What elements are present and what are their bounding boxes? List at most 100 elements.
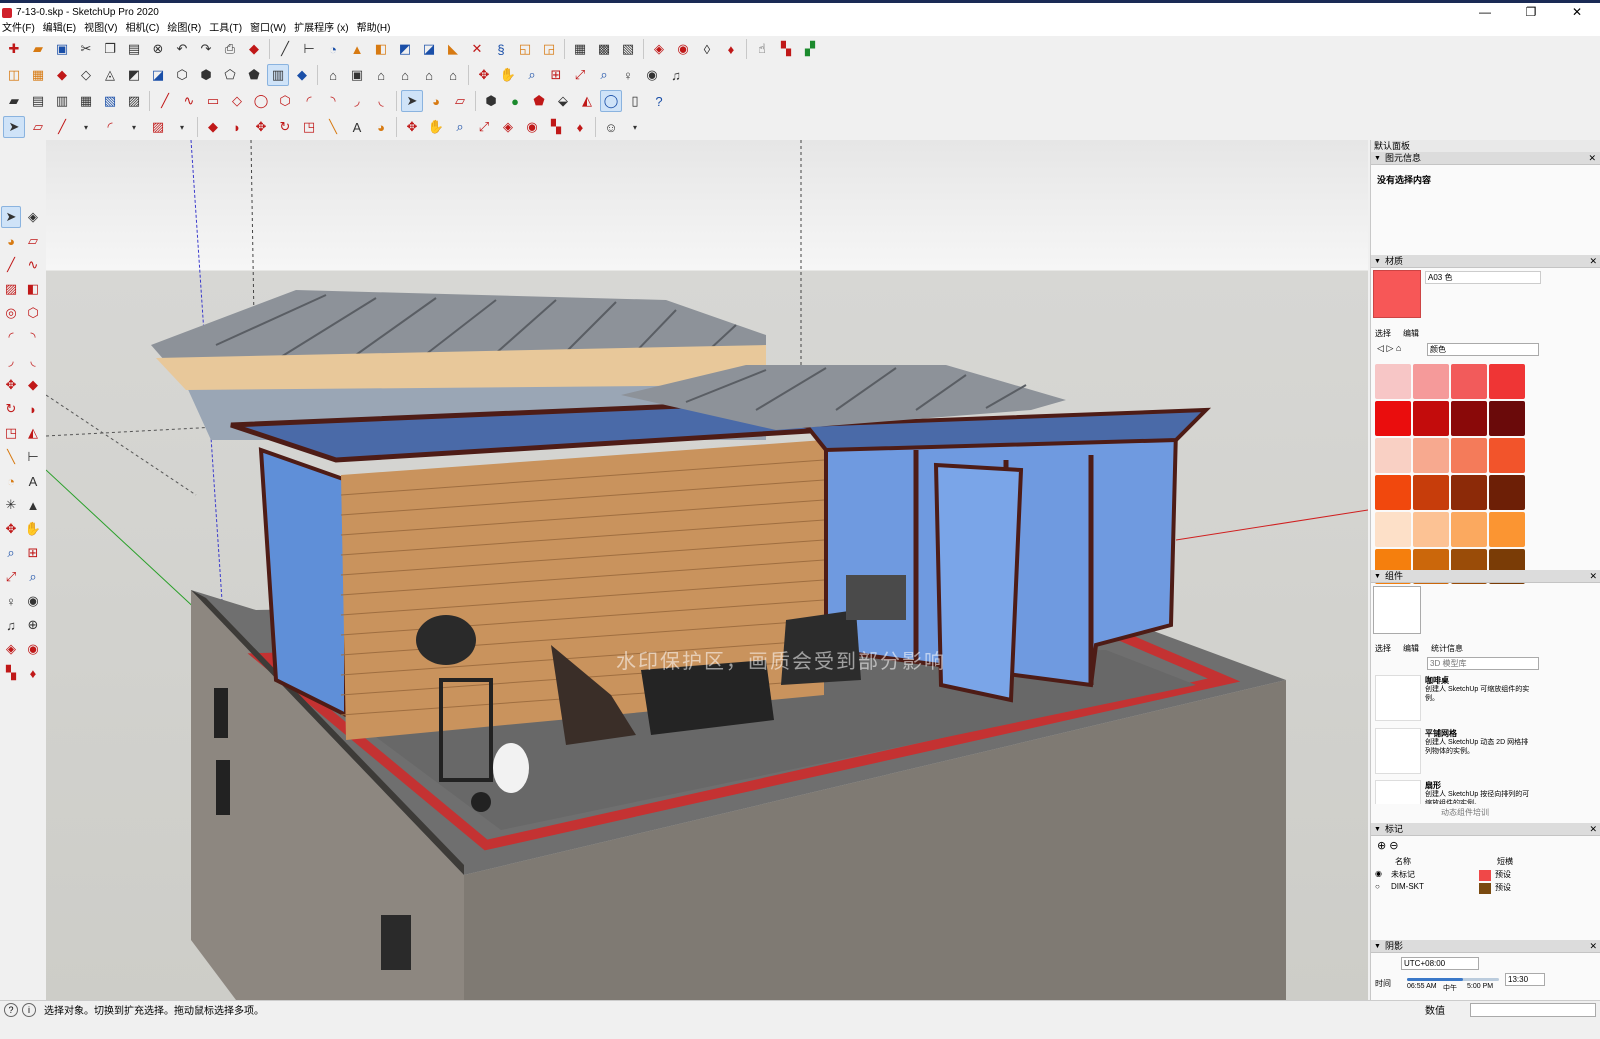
lt-2pt-arc-icon[interactable]: ◝ bbox=[23, 326, 43, 348]
material-swatch[interactable] bbox=[1451, 401, 1487, 436]
tag-color[interactable] bbox=[1479, 870, 1491, 881]
extension-warehouse-icon[interactable]: ◉ bbox=[672, 38, 694, 60]
materials-tab-select[interactable]: 选择 bbox=[1375, 328, 1391, 339]
zoom-window-icon[interactable]: ⊞ bbox=[545, 64, 567, 86]
home-left-icon[interactable]: ⌂ bbox=[442, 64, 464, 86]
shaded-textures-icon[interactable]: ▥ bbox=[267, 64, 289, 86]
add-tag-icon[interactable]: ⊕ bbox=[1377, 840, 1386, 852]
move-3d-icon[interactable]: ⬙ bbox=[552, 90, 574, 112]
follow-me-icon[interactable]: ● bbox=[504, 90, 526, 112]
material-library-select[interactable]: 颜色 bbox=[1427, 343, 1539, 356]
top-view-icon[interactable]: ⬠ bbox=[219, 64, 241, 86]
warehouse-icon[interactable]: ◈ bbox=[648, 38, 670, 60]
pie-icon[interactable]: ◟ bbox=[370, 90, 392, 112]
solid-icon[interactable]: ▦ bbox=[75, 90, 97, 112]
lt-scale-icon[interactable]: ◳ bbox=[1, 422, 21, 444]
components-icon[interactable]: ▰ bbox=[3, 90, 25, 112]
previous-view-icon[interactable]: ⌕ bbox=[593, 64, 615, 86]
lt-rectangle-icon[interactable]: ▨ bbox=[1, 278, 21, 300]
help-icon[interactable]: ? bbox=[648, 90, 670, 112]
timezone-select[interactable]: UTC+08:00 bbox=[1401, 957, 1479, 970]
material-swatch[interactable] bbox=[1413, 512, 1449, 547]
lt-dimension-icon[interactable]: ⊢ bbox=[23, 446, 43, 468]
tag-row[interactable]: ○ DIM-SKT 预设 bbox=[1375, 882, 1555, 895]
orbit-tool-icon[interactable]: ✥ bbox=[401, 116, 423, 138]
move-tool-icon[interactable]: ✥ bbox=[250, 116, 272, 138]
lt-tape-icon[interactable]: ╲ bbox=[1, 446, 21, 468]
copy-icon[interactable]: ❐ bbox=[99, 38, 121, 60]
iso-view-icon[interactable]: ⬢ bbox=[195, 64, 217, 86]
cylinder-icon[interactable]: ▯ bbox=[624, 90, 646, 112]
monochrome-icon[interactable]: ◆ bbox=[291, 64, 313, 86]
rotated-rectangle-icon[interactable]: ◇ bbox=[226, 90, 248, 112]
paint-tool-icon[interactable]: ◕ bbox=[370, 116, 392, 138]
measurements-input[interactable] bbox=[1470, 1003, 1596, 1017]
cut-icon[interactable]: ✂ bbox=[75, 38, 97, 60]
lt-circle-icon[interactable]: ◎ bbox=[1, 302, 21, 324]
union-icon[interactable]: ▧ bbox=[99, 90, 121, 112]
lt-paint-icon[interactable]: ◕ bbox=[1, 230, 21, 252]
rectangle-icon[interactable]: ▭ bbox=[202, 90, 224, 112]
scale-icon[interactable]: ◱ bbox=[514, 38, 536, 60]
geo-location-icon[interactable]: ? bbox=[4, 1002, 18, 1017]
materials-tab-edit[interactable]: 编辑 bbox=[1403, 328, 1419, 339]
home-icon[interactable]: ⌂ bbox=[1396, 343, 1401, 353]
material-swatch[interactable] bbox=[1489, 438, 1525, 473]
material-swatch[interactable] bbox=[1451, 364, 1487, 399]
close-icon[interactable]: ✕ bbox=[1589, 255, 1597, 268]
material-swatch[interactable] bbox=[1489, 401, 1525, 436]
minimize-button[interactable]: — bbox=[1462, 3, 1508, 22]
menu-window[interactable]: 窗口(W) bbox=[248, 22, 292, 36]
send-to-layout-icon[interactable]: ◊ bbox=[696, 38, 718, 60]
close-button[interactable]: ✕ bbox=[1554, 3, 1600, 22]
lt-zoom-extents-icon[interactable]: ⤢ bbox=[1, 566, 21, 588]
hand-pointer-icon[interactable]: ☝ bbox=[751, 38, 773, 60]
material-swatch[interactable] bbox=[1375, 475, 1411, 510]
open-folder-icon[interactable]: ▰ bbox=[27, 38, 49, 60]
model-info-icon[interactable]: ◆ bbox=[243, 38, 265, 60]
lt-pan-icon[interactable]: ✋ bbox=[23, 518, 43, 540]
group-icon[interactable]: ▤ bbox=[27, 90, 49, 112]
menu-file[interactable]: 文件(F) bbox=[0, 22, 41, 36]
lt-pushpull-icon[interactable]: ◆ bbox=[23, 374, 43, 396]
zoom-extents-tool-icon[interactable]: ⤢ bbox=[473, 116, 495, 138]
menu-draw[interactable]: 绘图(R) bbox=[165, 22, 207, 36]
save-icon[interactable]: ▣ bbox=[51, 38, 73, 60]
scale-2-icon[interactable]: ◲ bbox=[538, 38, 560, 60]
scene-icon[interactable]: ▧ bbox=[617, 38, 639, 60]
grid-icon[interactable]: ▦ bbox=[27, 64, 49, 86]
plugin-b-icon[interactable]: ▞ bbox=[799, 38, 821, 60]
eraser-tool-icon[interactable]: ▱ bbox=[27, 116, 49, 138]
wireframe-icon[interactable]: ◩ bbox=[123, 64, 145, 86]
eye-icon[interactable]: ○ bbox=[1375, 882, 1380, 891]
look-around-icon[interactable]: ◉ bbox=[641, 64, 663, 86]
lt-line-icon[interactable]: ╱ bbox=[1, 254, 21, 276]
offset-icon[interactable]: ⬟ bbox=[528, 90, 550, 112]
lt-text-icon[interactable]: A bbox=[23, 470, 43, 492]
send-layout-tool-icon[interactable]: ▚ bbox=[545, 116, 567, 138]
back-icon[interactable]: ◁ bbox=[1377, 343, 1384, 353]
paint-bucket-icon[interactable]: ◕ bbox=[425, 90, 447, 112]
tape-tool-icon[interactable]: ╲ bbox=[322, 116, 344, 138]
warehouse-tool-icon[interactable]: ◈ bbox=[497, 116, 519, 138]
xray-icon[interactable]: ◇ bbox=[75, 64, 97, 86]
sandbox-icon[interactable]: § bbox=[490, 38, 512, 60]
outer-shell-icon[interactable]: ◭ bbox=[576, 90, 598, 112]
axes-icon[interactable]: ▲ bbox=[346, 38, 368, 60]
trim-icon[interactable]: ▨ bbox=[123, 90, 145, 112]
menu-edit[interactable]: 编辑(E) bbox=[41, 22, 82, 36]
tag-dash[interactable]: 预设 bbox=[1495, 869, 1511, 880]
arc-icon[interactable]: ◜ bbox=[298, 90, 320, 112]
material-name-field[interactable]: A03 色 bbox=[1425, 271, 1541, 284]
lt-look-around-icon[interactable]: ◉ bbox=[23, 590, 43, 612]
lt-ruby-icon[interactable]: ♦ bbox=[23, 662, 43, 684]
dropdown-chevron-icon[interactable]: ▾ bbox=[123, 116, 145, 138]
zoom-icon[interactable]: ⌕ bbox=[521, 64, 543, 86]
section-fill-icon[interactable]: ◩ bbox=[394, 38, 416, 60]
plugin-a-icon[interactable]: ▚ bbox=[775, 38, 797, 60]
tag-color[interactable] bbox=[1479, 883, 1491, 894]
material-swatch[interactable] bbox=[1375, 512, 1411, 547]
menu-camera[interactable]: 相机(C) bbox=[123, 22, 165, 36]
lt-eraser-icon[interactable]: ▱ bbox=[23, 230, 43, 252]
paste-icon[interactable]: ▤ bbox=[123, 38, 145, 60]
